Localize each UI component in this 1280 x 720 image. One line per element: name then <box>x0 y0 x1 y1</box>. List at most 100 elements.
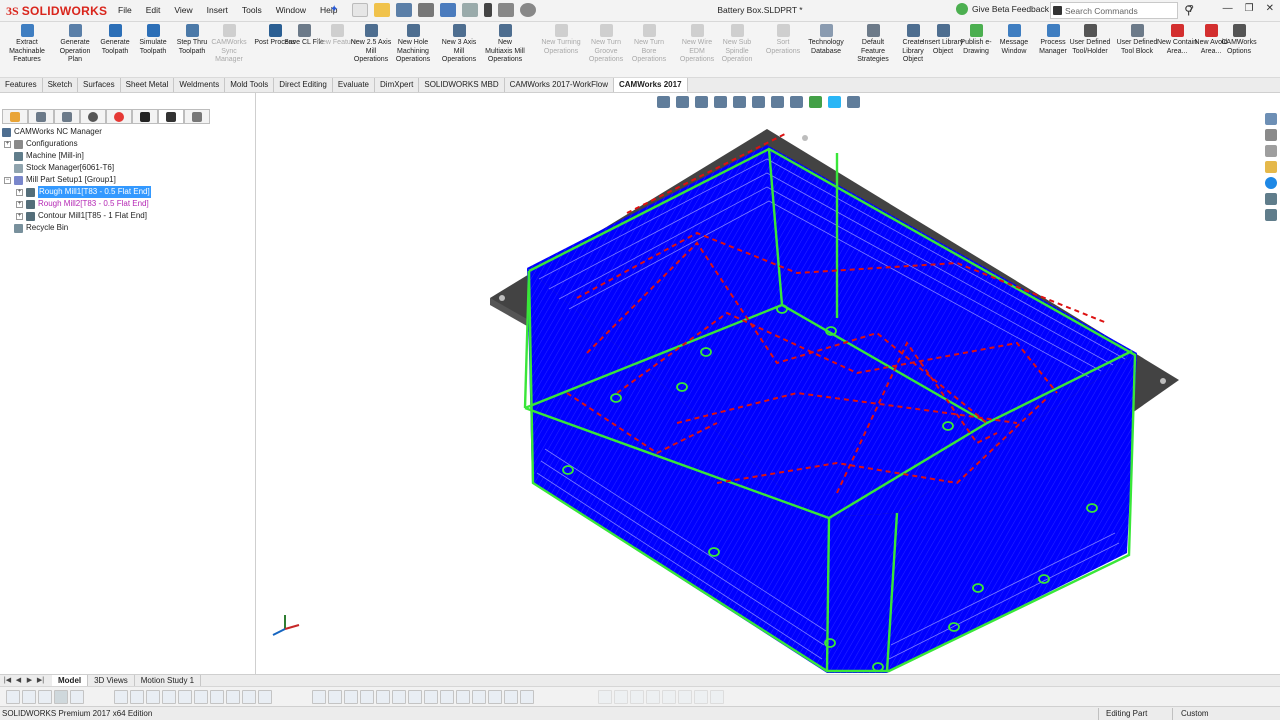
file-properties-icon[interactable] <box>498 3 514 17</box>
tree-item-recycle-bin[interactable]: Recycle Bin <box>14 222 68 234</box>
menu-insert[interactable]: Insert <box>207 5 228 15</box>
menu-view[interactable]: View <box>174 5 192 15</box>
filter-midpoint-icon[interactable] <box>488 690 502 704</box>
ribbon-button-user-defined-tool-holder[interactable]: User Defined Tool/Holder <box>1069 24 1111 56</box>
expand-icon[interactable]: + <box>16 188 23 196</box>
filter-points-icon[interactable] <box>210 690 224 704</box>
tree-item-mill-part-setup[interactable]: − Mill Part Setup1 [Group1] <box>4 174 116 186</box>
tab-solidworks-mbd[interactable]: SOLIDWORKS MBD <box>419 78 505 92</box>
collapse-icon[interactable]: − <box>4 176 11 184</box>
featuremanager-tab[interactable] <box>2 109 28 124</box>
tree-item-rough-mill2[interactable]: + Rough Mill2[T83 - 0.5 Flat End] <box>16 198 149 210</box>
tab-sketch[interactable]: Sketch <box>43 78 79 92</box>
expand-icon[interactable]: + <box>16 212 23 220</box>
give-beta-feedback[interactable]: Give Beta Feedback <box>956 3 1049 15</box>
ribbon-button-publish-e-drawing[interactable]: Publish e-Drawing <box>955 24 997 56</box>
tab-evaluate[interactable]: Evaluate <box>333 78 376 92</box>
last-tab-icon[interactable]: ▶| <box>35 675 46 686</box>
filter-vertices-icon[interactable] <box>114 690 128 704</box>
menu-file[interactable]: File <box>118 5 132 15</box>
ribbon-button-new-hole-machining-operations[interactable]: New Hole Machining Operations <box>392 24 434 65</box>
tab-dimxpert[interactable]: DimXpert <box>375 78 420 92</box>
new-icon[interactable] <box>352 3 368 17</box>
tree-item-contour-mill1[interactable]: + Contour Mill1[T85 - 1 Flat End] <box>16 210 147 222</box>
filter-block-icon[interactable] <box>456 690 470 704</box>
dimxpert-tab[interactable] <box>80 109 106 124</box>
tree-root[interactable]: CAMWorks NC Manager <box>2 126 102 138</box>
ribbon-button-camworks-options[interactable]: CAMWorks Options <box>1218 24 1260 56</box>
cam-tools-tree-tab[interactable] <box>184 109 210 124</box>
cam-operation-tree-tab[interactable] <box>158 109 184 124</box>
filter-edges-icon[interactable] <box>130 690 144 704</box>
restore-icon[interactable]: ❐ <box>1245 3 1254 14</box>
filter-datum-icon[interactable] <box>312 690 326 704</box>
part-model-view[interactable] <box>257 93 1280 675</box>
filter-surfaces-icon[interactable] <box>162 690 176 704</box>
ribbon-button-step-thru-toolpath[interactable]: Step Thru Toolpath <box>171 24 213 56</box>
ribbon-button-new-multiaxis-mill-operations[interactable]: New Multiaxis Mill Operations <box>484 24 526 65</box>
search-scope-icon[interactable] <box>1053 6 1062 15</box>
minimize-icon[interactable]: — <box>1223 3 1233 14</box>
solidworks-logo[interactable]: 3S SOLIDWORKS <box>6 3 107 19</box>
ribbon-button-new-2-5-axis-mill-operations[interactable]: New 2.5 Axis Mill Operations <box>350 24 392 65</box>
filter-weld-icon[interactable] <box>360 690 374 704</box>
tab-sheet-metal[interactable]: Sheet Metal <box>121 78 175 92</box>
graphics-area[interactable]: ❐ — ❐ ✕ <box>257 93 1280 675</box>
ribbon-button-default-feature-strategies[interactable]: Default Feature Strategies <box>852 24 894 65</box>
display-manager-tab[interactable] <box>106 109 132 124</box>
search-commands-input[interactable]: Search Commands ⚲ <box>1050 2 1193 19</box>
ribbon-button-generate-toolpath[interactable]: Generate Toolpath <box>94 24 136 56</box>
ribbon-button-simulate-toolpath[interactable]: Simulate Toolpath <box>132 24 174 56</box>
ribbon-button-extract-machinable-features[interactable]: Extract Machinable Features <box>6 24 48 65</box>
open-icon[interactable] <box>374 3 390 17</box>
filter-axes-icon[interactable] <box>178 690 192 704</box>
cam-feature-tree-tab[interactable] <box>132 109 158 124</box>
close-icon[interactable]: ✕ <box>1266 3 1274 14</box>
filter-clear-icon[interactable] <box>38 690 52 704</box>
prev-tab-icon[interactable]: ◀ <box>13 675 24 686</box>
filter-planes-icon[interactable] <box>194 690 208 704</box>
filter-silhouette-icon[interactable] <box>520 690 534 704</box>
first-tab-icon[interactable]: |◀ <box>2 675 13 686</box>
menu-edit[interactable]: Edit <box>146 5 161 15</box>
undo-icon[interactable] <box>440 3 456 17</box>
ribbon-button-message-window[interactable]: Message Window <box>993 24 1035 56</box>
filter-cosmetic-thread-icon[interactable] <box>408 690 422 704</box>
select-icon[interactable] <box>462 3 478 17</box>
print-icon[interactable] <box>418 3 434 17</box>
tab-mold-tools[interactable]: Mold Tools <box>225 78 275 92</box>
tab-direct-editing[interactable]: Direct Editing <box>274 78 333 92</box>
filter-icon[interactable] <box>6 690 20 704</box>
tab-3d-views[interactable]: 3D Views <box>88 675 135 686</box>
tree-item-configurations[interactable]: + Configurations <box>4 138 78 150</box>
tab-weldments[interactable]: Weldments <box>174 78 226 92</box>
filter-faces-icon[interactable] <box>146 690 160 704</box>
configurationmanager-tab[interactable] <box>54 109 80 124</box>
ribbon-button-technology-database[interactable]: Technology Database <box>805 24 847 56</box>
ribbon-button-process-manager[interactable]: Process Manager <box>1032 24 1074 56</box>
rebuild-icon[interactable] <box>484 3 492 17</box>
filter-notes-icon[interactable] <box>258 690 272 704</box>
filter-hole-callout-icon[interactable] <box>392 690 406 704</box>
filter-surface-finish-icon[interactable] <box>344 690 358 704</box>
select-dropdown-icon[interactable] <box>70 690 84 704</box>
help-icon[interactable]: ? <box>1188 4 1194 15</box>
select-arrow-icon[interactable] <box>54 690 68 704</box>
filter-sketch-icon[interactable] <box>226 690 240 704</box>
expand-icon[interactable]: + <box>4 140 11 148</box>
tab-model[interactable]: Model <box>52 675 89 686</box>
menu-tools[interactable]: Tools <box>242 5 262 15</box>
tree-item-rough-mill1[interactable]: + Rough Mill1[T83 - 0.5 Flat End] <box>16 186 151 198</box>
save-icon[interactable] <box>396 3 412 17</box>
tab-camworks-2017[interactable]: CAMWorks 2017 <box>613 78 688 92</box>
expand-icon[interactable]: + <box>16 200 23 208</box>
filter-gtol-icon[interactable] <box>328 690 342 704</box>
options-gear-icon[interactable] <box>520 3 536 17</box>
menu-window[interactable]: Window <box>276 5 306 15</box>
tree-item-stock-manager[interactable]: Stock Manager[6061-T6] <box>14 162 114 174</box>
ribbon-button-new-3-axis-mill-operations[interactable]: New 3 Axis Mill Operations <box>438 24 480 65</box>
filter-balloon-icon[interactable] <box>376 690 390 704</box>
next-tab-icon[interactable]: ▶ <box>24 675 35 686</box>
tab-camworks-2017-workflow[interactable]: CAMWorks 2017-WorkFlow <box>505 78 614 92</box>
tab-features[interactable]: Features <box>0 78 43 92</box>
